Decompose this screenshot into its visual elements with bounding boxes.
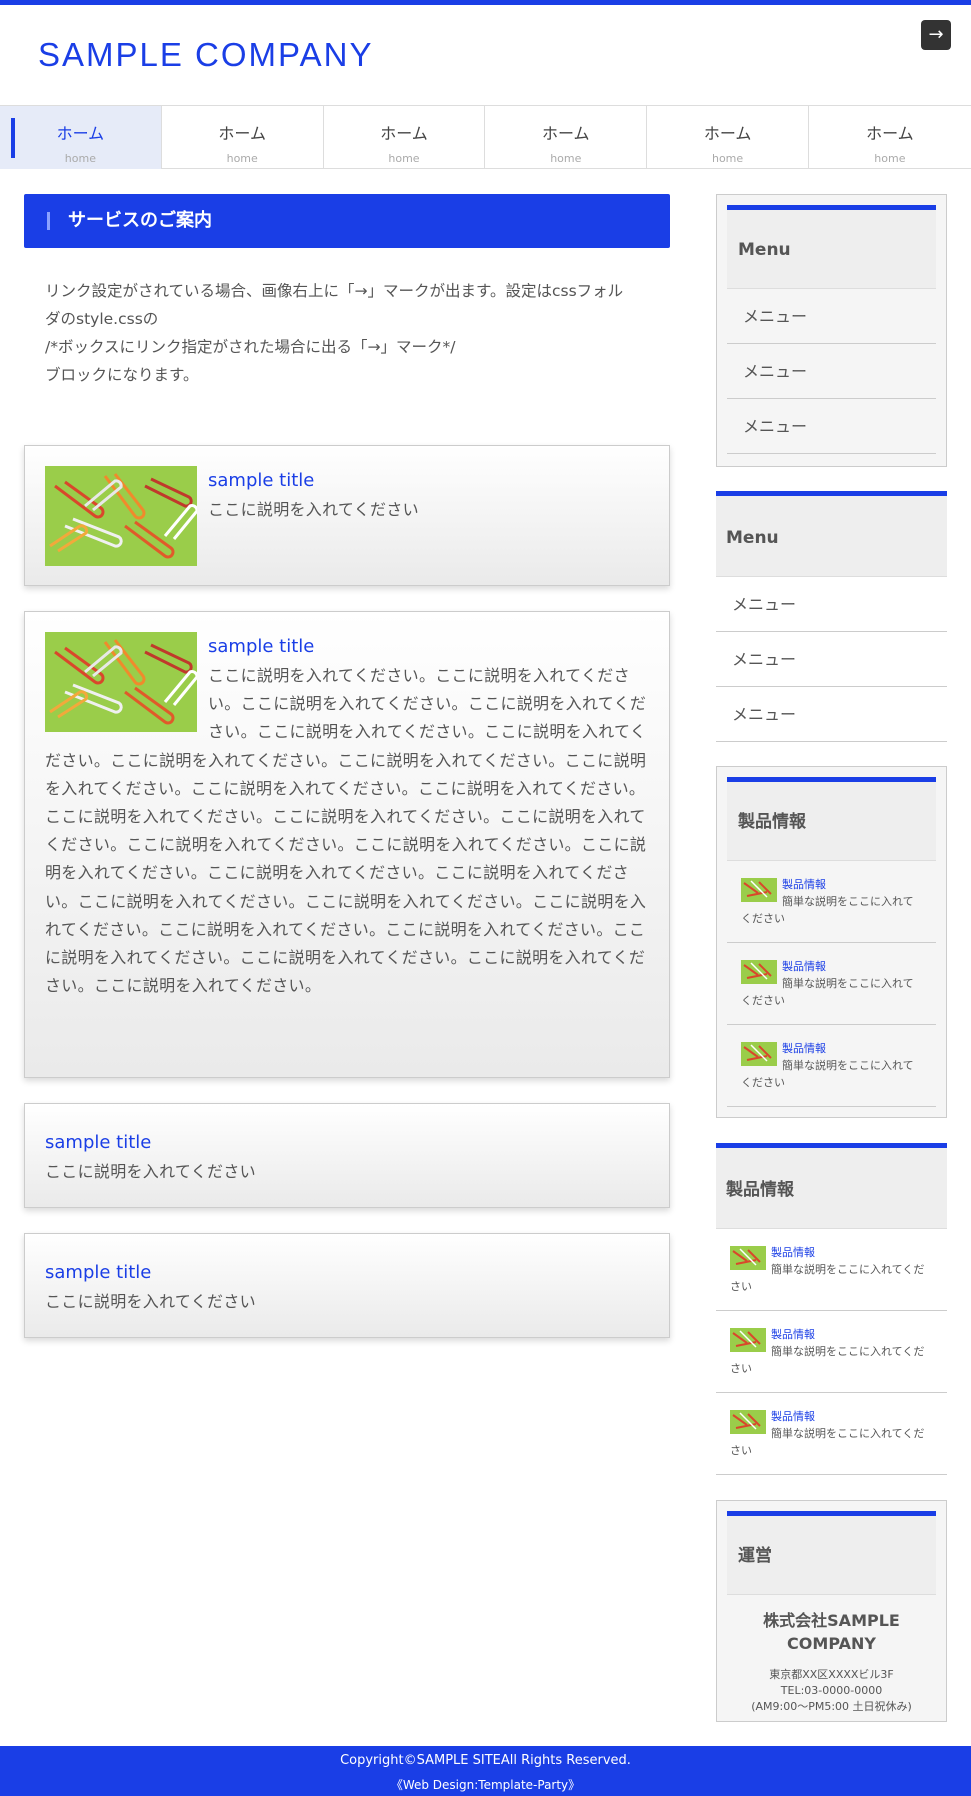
intro-line: /*ボックスにリンク指定がされた場合に出る「→」マーク*/: [45, 338, 456, 356]
org-hours: (AM9:00〜PM5:00 土日祝休み): [751, 1700, 912, 1713]
org-tel: TEL:03-0000-0000: [780, 1684, 883, 1697]
product-thumbnail: [730, 1328, 766, 1352]
sidebar-heading: Menu: [727, 205, 936, 289]
arrow-menu-button[interactable]: →: [921, 20, 951, 50]
sidebar-menu-item[interactable]: メニュー: [716, 687, 947, 742]
nav-sublabel: home: [64, 152, 96, 165]
product-item[interactable]: 製品情報 簡単な説明をここに入れてください: [716, 1311, 947, 1393]
nav-label: ホーム: [56, 124, 105, 143]
service-box[interactable]: sample title ここに説明を入れてください: [24, 1233, 670, 1338]
nav-label: ホーム: [542, 124, 590, 143]
box-text: ここに説明を入れてください: [45, 1292, 256, 1311]
product-item[interactable]: 製品情報 簡単な説明をここに入れてください: [727, 1025, 936, 1107]
paperclips-image: [45, 632, 197, 732]
nav-sublabel: home: [711, 152, 744, 165]
service-box[interactable]: sample title ここに説明を入れてください: [24, 1103, 670, 1208]
nav-sublabel: home: [874, 152, 906, 165]
site-logo[interactable]: SAMPLE COMPANY: [38, 36, 373, 74]
sidebar-heading: 製品情報: [727, 777, 936, 861]
org-address: 東京都XX区XXXXビル3F: [769, 1668, 894, 1681]
intro-line: リンク設定がされている場合、画像右上に「→」マークが出ます。設定はcssフォル: [45, 282, 624, 300]
sidebar-products-plain: 製品情報 製品情報 簡単な説明をここに入れてください 製品情報 簡単な説明をここ…: [716, 1143, 947, 1477]
nav-label: ホーム: [218, 124, 266, 143]
product-item[interactable]: 製品情報 簡単な説明をここに入れてください: [727, 943, 936, 1025]
nav-sublabel: home: [226, 152, 258, 165]
nav-item-home[interactable]: ホーム home: [647, 106, 809, 169]
copyright: Copyright©SAMPLE SITEAll Rights Reserved…: [340, 1753, 631, 1768]
sidebar-products-box: 製品情報 製品情報 簡単な説明をここに入れてください 製品情報 簡単な説明をここ…: [716, 766, 947, 1118]
box-title[interactable]: sample title: [45, 1128, 649, 1158]
nav-label: ホーム: [866, 124, 914, 143]
product-thumbnail: [741, 960, 777, 984]
sidebar-heading: 運営: [727, 1511, 936, 1595]
box-title[interactable]: sample title: [45, 1258, 649, 1288]
org-name: 株式会社SAMPLE: [763, 1611, 900, 1630]
section-heading: サービスのご案内: [24, 194, 670, 248]
sidebar-menu-item[interactable]: メニュー: [716, 632, 947, 687]
global-nav: ホーム home ホーム home ホーム home ホーム home ホーム home …: [0, 105, 971, 169]
product-thumbnail: [741, 878, 777, 902]
product-thumbnail: [730, 1410, 766, 1434]
sidebar-heading: 製品情報: [716, 1143, 947, 1229]
sidebar-heading: Menu: [716, 491, 947, 577]
service-box[interactable]: sample title ここに説明を入れてください。ここに説明を入れてください…: [24, 611, 670, 1078]
design-credit-link[interactable]: 《Web Design:Template-Party》: [0, 1774, 971, 1796]
sidebar-menu-item[interactable]: メニュー: [727, 289, 936, 344]
org-name: COMPANY: [787, 1634, 876, 1653]
paperclips-image: [45, 466, 197, 566]
nav-label: ホーム: [703, 124, 752, 143]
nav-label: ホーム: [380, 124, 428, 143]
product-thumbnail: [730, 1246, 766, 1270]
nav-item-home[interactable]: ホーム home: [809, 106, 971, 169]
product-item[interactable]: 製品情報 簡単な説明をここに入れてください: [716, 1229, 947, 1311]
sidebar-menu-item[interactable]: メニュー: [727, 344, 936, 399]
nav-item-home[interactable]: ホーム home: [0, 106, 162, 169]
sidebar-org-box: 運営 株式会社SAMPLE COMPANY 東京都XX区XXXXビル3F TEL…: [716, 1500, 947, 1722]
intro-line: ブロックになります。: [45, 366, 199, 384]
nav-sublabel: home: [550, 152, 582, 165]
sidebar-menu-plain: Menu メニュー メニュー メニュー: [716, 491, 947, 743]
footer: Copyright©SAMPLE SITEAll Rights Reserved…: [0, 1746, 971, 1796]
intro-text: リンク設定がされている場合、画像右上に「→」マークが出ます。設定はcssフォル …: [45, 277, 655, 389]
intro-line: ダのstyle.cssの: [45, 310, 159, 328]
sidebar-menu-box: Menu メニュー メニュー メニュー: [716, 194, 947, 467]
sidebar-menu-item[interactable]: メニュー: [716, 577, 947, 632]
nav-item-home[interactable]: ホーム home: [324, 106, 486, 169]
top-accent-bar: [0, 0, 971, 5]
nav-item-home[interactable]: ホーム home: [485, 106, 648, 169]
nav-item-home[interactable]: ホーム home: [162, 106, 324, 169]
service-box[interactable]: sample title ここに説明を入れてください: [24, 445, 670, 586]
nav-sublabel: home: [388, 152, 420, 165]
sidebar-menu-item[interactable]: メニュー: [727, 399, 936, 454]
box-text: ここに説明を入れてください: [45, 1162, 256, 1181]
org-info: 株式会社SAMPLE COMPANY 東京都XX区XXXXビル3F TEL:03…: [727, 1595, 936, 1725]
product-item[interactable]: 製品情報 簡単な説明をここに入れてください: [716, 1393, 947, 1475]
product-thumbnail: [741, 1042, 777, 1066]
product-item[interactable]: 製品情報 簡単な説明をここに入れてください: [727, 861, 936, 943]
